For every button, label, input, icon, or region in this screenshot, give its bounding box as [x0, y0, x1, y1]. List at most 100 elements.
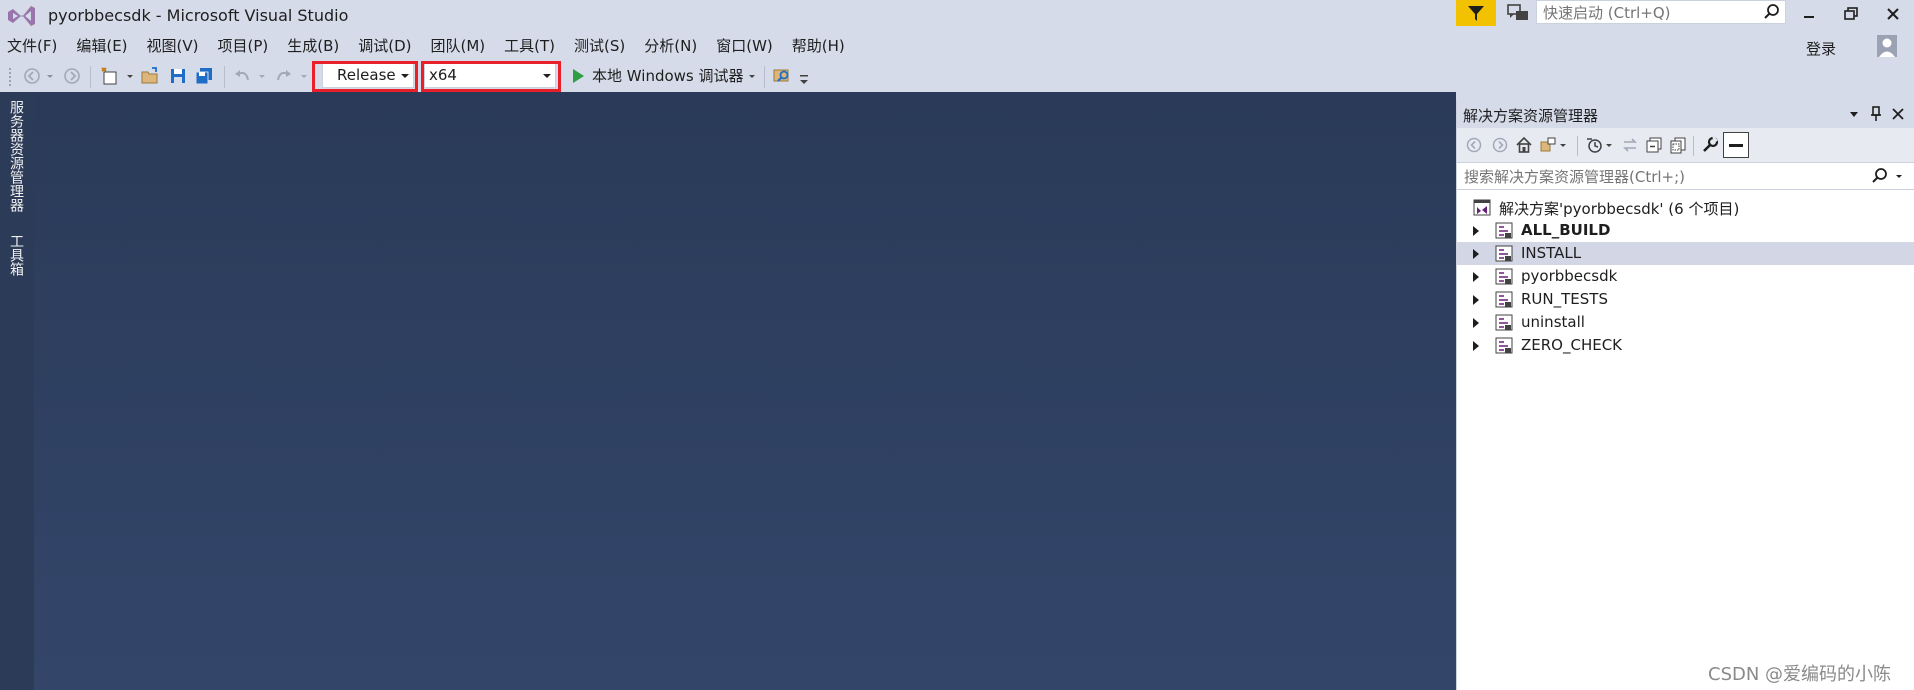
preview-icon	[1729, 144, 1743, 147]
minimize-button[interactable]	[1792, 2, 1826, 26]
menu-file[interactable]: 文件(F)	[0, 33, 69, 59]
navigate-back-icon[interactable]	[22, 66, 42, 86]
expand-arrow-icon[interactable]	[1473, 295, 1479, 305]
quick-launch-input[interactable]	[1541, 2, 1755, 24]
chevron-down-icon[interactable]	[256, 66, 268, 86]
expand-arrow-icon[interactable]	[1473, 272, 1479, 282]
feedback-icon[interactable]	[1506, 2, 1530, 24]
menu-debug[interactable]: 调试(D)	[351, 33, 423, 59]
quick-launch-box[interactable]	[1536, 0, 1786, 24]
visual-studio-logo-icon	[8, 6, 35, 26]
sync-with-active-document-icon[interactable]	[1621, 136, 1639, 154]
menu-edit[interactable]: 编辑(E)	[69, 33, 139, 59]
configuration-highlight-box	[312, 61, 418, 92]
project-node-pyorbbecsdk[interactable]: pyorbbecsdk	[1457, 265, 1914, 288]
new-project-icon[interactable]	[100, 66, 120, 86]
menu-help[interactable]: 帮助(H)	[785, 33, 857, 59]
toolbar-overflow-icon[interactable]	[798, 72, 810, 92]
solution-explorer-search-input[interactable]	[1462, 166, 1866, 188]
chevron-down-icon[interactable]	[298, 66, 310, 86]
open-file-icon[interactable]	[140, 66, 160, 86]
chevron-down-icon[interactable]	[1603, 136, 1615, 154]
restore-button[interactable]	[1834, 2, 1868, 26]
sign-in-link[interactable]: 登录	[1806, 38, 1836, 59]
redo-icon[interactable]	[274, 66, 294, 86]
project-label: RUN_TESTS	[1521, 290, 1608, 308]
project-node-zero-check[interactable]: ZERO_CHECK	[1457, 334, 1914, 357]
window-position-dropdown-icon[interactable]	[1845, 105, 1863, 123]
close-icon	[1887, 8, 1899, 20]
menu-test[interactable]: 测试(S)	[567, 33, 637, 59]
menu-view[interactable]: 视图(V)	[140, 33, 211, 59]
back-icon[interactable]	[1465, 136, 1483, 154]
account-icon[interactable]	[1876, 34, 1898, 58]
solution-label: 解决方案'pyorbbecsdk' (6 个项目)	[1499, 200, 1740, 218]
menu-tools[interactable]: 工具(T)	[497, 33, 567, 59]
project-node-uninstall[interactable]: uninstall	[1457, 311, 1914, 334]
solution-node[interactable]: 解决方案'pyorbbecsdk' (6 个项目)	[1457, 196, 1914, 219]
preview-selected-items-button[interactable]	[1723, 132, 1749, 158]
chevron-down-icon[interactable]	[1893, 167, 1905, 185]
project-node-all-build[interactable]: ALL_BUILD	[1457, 219, 1914, 242]
pending-changes-filter-icon[interactable]	[1585, 136, 1603, 154]
switch-views-icon[interactable]	[1539, 136, 1557, 154]
menu-analyze[interactable]: 分析(N)	[637, 33, 709, 59]
toolbox-tab[interactable]: 工具箱	[6, 234, 26, 276]
solution-explorer-toolbar	[1457, 128, 1914, 162]
solution-explorer-panel: 解决方案资源管理器 搜索解决方案资源管理器(Ctrl+;) 解决方案'pyorb…	[1456, 100, 1914, 690]
expand-arrow-icon[interactable]	[1473, 249, 1479, 259]
start-debugger-button[interactable]: 本地 Windows 调试器	[592, 65, 744, 86]
notifications-filter-button[interactable]	[1456, 0, 1496, 26]
undo-icon[interactable]	[232, 66, 252, 86]
forward-icon[interactable]	[1491, 136, 1509, 154]
expand-arrow-icon[interactable]	[1473, 318, 1479, 328]
solution-icon	[1473, 199, 1491, 216]
chevron-down-icon[interactable]	[1557, 136, 1569, 154]
chevron-down-icon[interactable]	[124, 66, 136, 86]
collapse-all-icon[interactable]	[1645, 136, 1663, 154]
find-in-files-icon[interactable]	[772, 66, 792, 86]
close-window-button[interactable]	[1876, 2, 1910, 26]
project-node-install[interactable]: INSTALL	[1457, 242, 1914, 265]
cmake-project-icon	[1495, 314, 1513, 331]
window-title: pyorbbecsdk - Microsoft Visual Studio	[48, 6, 349, 25]
close-icon[interactable]	[1889, 105, 1907, 123]
menu-window[interactable]: 窗口(W)	[709, 33, 785, 59]
start-debugging-icon[interactable]	[568, 66, 588, 86]
left-tool-window-strip: 服务器资源管理器 工具箱	[0, 92, 34, 690]
solution-explorer-title: 解决方案资源管理器	[1463, 107, 1599, 125]
minimize-icon	[1804, 16, 1814, 18]
toolbar-grip-icon[interactable]	[8, 66, 14, 86]
project-label: uninstall	[1521, 313, 1585, 331]
solution-explorer-search[interactable]	[1457, 162, 1914, 190]
menu-build[interactable]: 生成(B)	[280, 33, 351, 59]
server-explorer-tab[interactable]: 服务器资源管理器	[6, 100, 26, 212]
expand-arrow-icon[interactable]	[1473, 341, 1479, 351]
chevron-down-icon[interactable]	[746, 66, 758, 86]
cmake-project-icon	[1495, 337, 1513, 354]
project-label: ALL_BUILD	[1521, 221, 1611, 239]
platform-highlight-box	[421, 61, 561, 92]
properties-wrench-icon[interactable]	[1701, 136, 1719, 154]
search-icon	[1764, 4, 1779, 19]
search-icon	[1872, 168, 1887, 183]
expand-arrow-icon[interactable]	[1473, 226, 1479, 236]
restore-icon	[1844, 7, 1858, 20]
navigate-forward-icon[interactable]	[62, 66, 82, 86]
home-icon[interactable]	[1515, 136, 1533, 154]
menu-project[interactable]: 项目(P)	[211, 33, 281, 59]
project-node-run-tests[interactable]: RUN_TESTS	[1457, 288, 1914, 311]
project-label: pyorbbecsdk	[1521, 267, 1618, 285]
save-icon[interactable]	[168, 66, 188, 86]
menu-team[interactable]: 团队(M)	[424, 33, 498, 59]
cmake-project-icon	[1495, 268, 1513, 285]
solution-explorer-header: 解决方案资源管理器	[1457, 100, 1914, 128]
cmake-project-icon	[1495, 245, 1513, 262]
menu-bar: 文件(F) 编辑(E) 视图(V) 项目(P) 生成(B) 调试(D) 团队(M…	[0, 33, 857, 59]
chevron-down-icon[interactable]	[44, 66, 56, 86]
save-all-icon[interactable]	[194, 66, 214, 86]
show-all-files-icon[interactable]	[1669, 136, 1687, 154]
pin-icon[interactable]	[1867, 105, 1885, 123]
project-label: INSTALL	[1521, 244, 1582, 262]
filter-icon	[1468, 6, 1484, 21]
